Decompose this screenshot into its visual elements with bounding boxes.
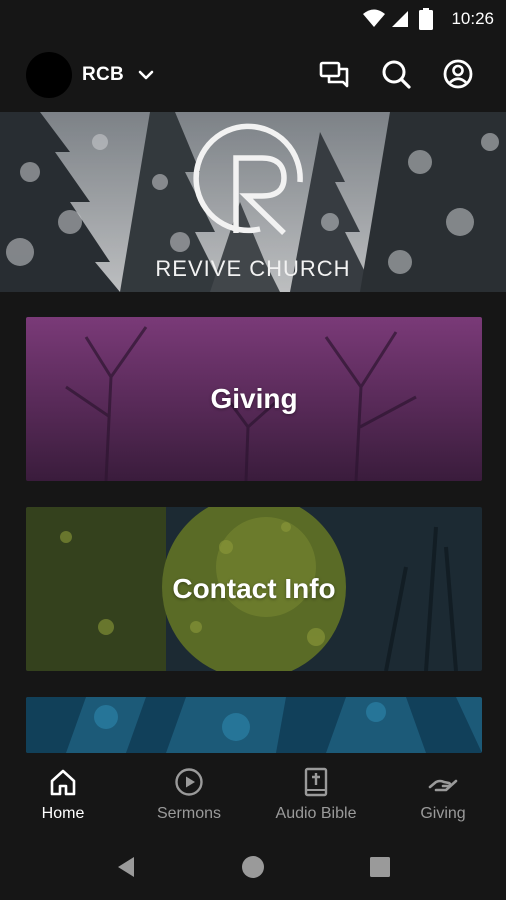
nav-audio-bible[interactable]: Audio Bible (253, 753, 379, 839)
third-card[interactable] (26, 697, 482, 753)
home-icon (50, 769, 76, 796)
chat-icon[interactable] (318, 58, 350, 90)
wifi-icon (363, 9, 385, 27)
bottom-navigation: Home Sermons Audio Bible Giving (0, 753, 506, 839)
nav-sermons-label: Sermons (156, 805, 222, 822)
status-bar: 10:26 (0, 0, 506, 38)
third-card-image (26, 697, 482, 753)
giving-hand-icon (428, 779, 458, 792)
nav-home-label: Home (41, 805, 85, 822)
bible-icon (304, 767, 328, 797)
banner-brand-text: REVIVE CHURCH (155, 256, 351, 281)
nav-audio-bible-label: Audio Bible (275, 805, 357, 822)
nav-sermons[interactable]: Sermons (126, 753, 252, 839)
play-circle-icon (175, 768, 203, 796)
contact-card-label: Contact Info (172, 573, 336, 604)
giving-card[interactable]: Giving (26, 317, 482, 481)
system-navigation-bar (0, 839, 506, 900)
chevron-down-icon[interactable] (136, 65, 156, 85)
account-icon[interactable] (442, 58, 474, 90)
recents-square-icon[interactable] (368, 855, 392, 879)
nav-giving[interactable]: Giving (380, 753, 506, 839)
home-circle-icon[interactable] (241, 855, 265, 879)
church-banner[interactable]: REVIVE CHURCH (0, 112, 506, 292)
battery-icon (419, 8, 433, 30)
search-icon[interactable] (380, 58, 412, 90)
contact-info-card[interactable]: Contact Info (26, 507, 482, 671)
org-avatar[interactable] (26, 52, 72, 98)
nav-home[interactable]: Home (0, 753, 126, 839)
cell-signal-icon (392, 11, 408, 27)
giving-card-label: Giving (210, 383, 298, 414)
nav-giving-label: Giving (420, 805, 466, 822)
org-name[interactable]: RCB (82, 64, 124, 86)
back-icon[interactable] (114, 855, 138, 879)
app-header: RCB (0, 38, 506, 112)
status-time: 10:26 (451, 9, 494, 28)
